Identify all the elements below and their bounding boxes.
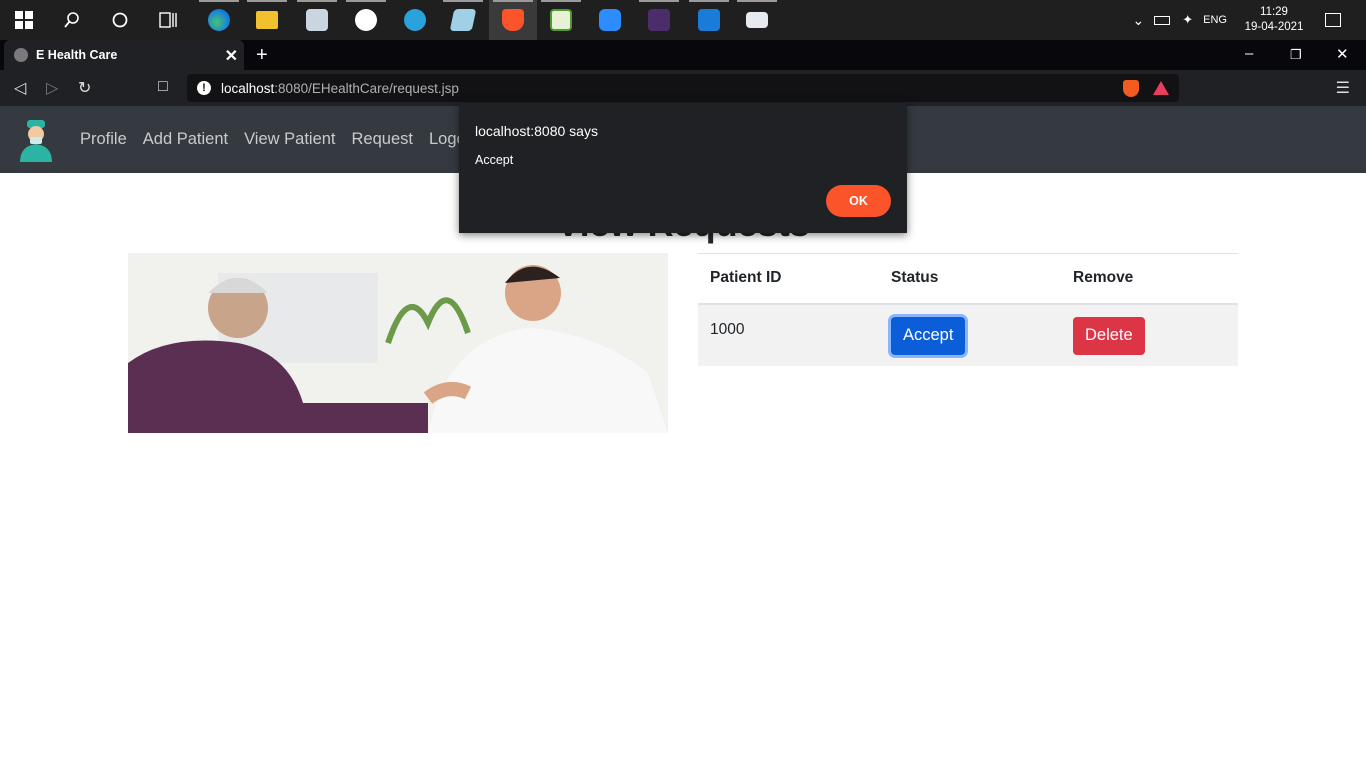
cortana-icon[interactable] bbox=[96, 0, 144, 40]
nav-profile-link[interactable]: Profile bbox=[80, 130, 127, 149]
dialog-origin: localhost:8080 says bbox=[475, 123, 598, 139]
table-header-row: Patient ID Status Remove bbox=[698, 253, 1238, 305]
task-view-icon[interactable] bbox=[144, 0, 192, 40]
nav-add-patient-link[interactable]: Add Patient bbox=[143, 130, 228, 149]
close-tab-icon[interactable]: ✕ bbox=[225, 46, 238, 66]
dialog-message: Accept bbox=[475, 153, 514, 167]
alert-dialog: localhost:8080 says Accept OK bbox=[459, 103, 907, 233]
app-window-icon[interactable] bbox=[733, 0, 781, 40]
browser-toolbar: ◁ ▷ ↻ □ ! localhost:8080/EHealthCare/req… bbox=[0, 70, 1366, 106]
reload-icon[interactable]: ↻ bbox=[78, 78, 91, 98]
accept-button[interactable]: Accept bbox=[891, 316, 966, 355]
language-indicator[interactable]: ENG bbox=[1203, 14, 1227, 26]
brave-rewards-icon[interactable] bbox=[1153, 81, 1169, 95]
hamburger-menu-icon[interactable]: ☰ bbox=[1336, 78, 1350, 98]
url-path: :8080/EHealthCare/request.jsp bbox=[274, 80, 459, 96]
brave-browser-icon[interactable] bbox=[489, 0, 537, 40]
app-dark-icon[interactable] bbox=[635, 0, 683, 40]
search-icon[interactable] bbox=[48, 0, 96, 40]
task-manager-icon[interactable] bbox=[293, 0, 341, 40]
cell-patient-id: 1000 bbox=[698, 303, 879, 366]
site-info-icon[interactable]: ! bbox=[197, 81, 211, 95]
table-row: 1000 Accept Delete bbox=[698, 303, 1238, 366]
cell-status: Accept bbox=[879, 303, 1061, 366]
new-tab-icon[interactable]: + bbox=[256, 44, 268, 67]
delete-button[interactable]: Delete bbox=[1073, 316, 1145, 355]
url-host: localhost bbox=[221, 80, 275, 96]
ok-button[interactable]: OK bbox=[826, 185, 891, 217]
edge-icon[interactable] bbox=[195, 0, 243, 40]
forward-icon[interactable]: ▷ bbox=[46, 78, 58, 98]
brave-shield-icon[interactable] bbox=[1123, 80, 1139, 97]
cell-remove: Delete bbox=[1061, 303, 1238, 366]
nav-request-link[interactable]: Request bbox=[352, 130, 413, 149]
telegram-icon[interactable] bbox=[391, 0, 439, 40]
notification-icon[interactable] bbox=[1325, 13, 1341, 27]
header-remove: Remove bbox=[1061, 253, 1238, 305]
notepad-app-icon[interactable] bbox=[439, 0, 487, 40]
windows-taskbar: ⌄ ✦ ENG 11:29 19-04-2021 bbox=[0, 0, 1366, 40]
battery-icon[interactable] bbox=[1154, 15, 1171, 25]
requests-table: Patient ID Status Remove 1000 Accept Del… bbox=[698, 253, 1238, 366]
app-green-icon[interactable] bbox=[537, 0, 585, 40]
clock-date: 19-04-2021 bbox=[1244, 21, 1304, 33]
photos-icon[interactable] bbox=[685, 0, 733, 40]
nav-view-patient-link[interactable]: View Patient bbox=[244, 130, 335, 149]
file-explorer-icon[interactable] bbox=[243, 0, 291, 40]
clock-time: 11:29 bbox=[1260, 6, 1288, 18]
back-icon[interactable]: ◁ bbox=[14, 78, 26, 98]
nav-links: Profile Add Patient View Patient Request… bbox=[80, 130, 479, 149]
address-bar[interactable]: ! localhost:8080/EHealthCare/request.jsp bbox=[187, 74, 1179, 102]
system-tray: ⌄ ✦ ENG 11:29 19-04-2021 bbox=[1133, 0, 1366, 40]
wifi-icon[interactable]: ✦ bbox=[1182, 12, 1193, 28]
close-window-icon[interactable]: ✕ bbox=[1336, 45, 1349, 63]
header-status: Status bbox=[879, 253, 1061, 305]
minimize-icon[interactable]: – bbox=[1245, 45, 1253, 62]
doctor-logo-icon[interactable] bbox=[16, 118, 56, 162]
app-n-icon[interactable] bbox=[342, 0, 390, 40]
tab-strip: E Health Care ✕ + bbox=[0, 40, 1366, 70]
header-patient-id: Patient ID bbox=[698, 253, 879, 305]
chevron-up-icon[interactable]: ⌄ bbox=[1133, 12, 1145, 29]
windows-start-icon[interactable] bbox=[0, 0, 48, 40]
globe-icon bbox=[14, 48, 28, 62]
tab-title: E Health Care bbox=[36, 48, 118, 62]
doctor-patient-photo bbox=[128, 253, 668, 433]
bookmark-icon[interactable]: □ bbox=[158, 78, 168, 96]
clock[interactable]: 11:29 19-04-2021 bbox=[1239, 5, 1309, 35]
browser-tab[interactable]: E Health Care ✕ bbox=[4, 40, 244, 70]
zoom-icon[interactable] bbox=[586, 0, 634, 40]
restore-icon[interactable]: ❐ bbox=[1290, 47, 1302, 63]
